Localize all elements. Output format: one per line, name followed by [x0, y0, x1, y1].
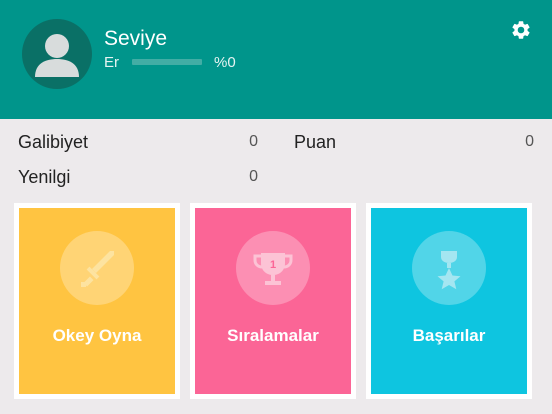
rankings-label: Sıralamalar: [227, 326, 319, 345]
level-title: Seviye: [104, 27, 168, 50]
achievements-card[interactable]: Başarılar: [371, 208, 527, 394]
sword-icon: [81, 251, 114, 287]
star-trophy-icon: [437, 251, 461, 290]
level-progress-bar: [132, 59, 202, 65]
gear-icon: [512, 21, 530, 39]
wins-value: 0: [249, 133, 258, 150]
points-label: Puan: [294, 132, 337, 152]
trophy-icon: 1: [253, 253, 293, 285]
rankings-button[interactable]: 1 Sıralamalar: [190, 203, 356, 399]
star-trophy-icon-circle: [412, 231, 486, 305]
level-progress-percent: %0: [214, 54, 236, 71]
settings-button[interactable]: [510, 19, 532, 41]
achievements-label: Başarılar: [412, 326, 486, 345]
wins-label: Galibiyet: [18, 132, 89, 152]
rank-name: Er: [104, 54, 119, 71]
svg-text:1: 1: [270, 259, 276, 271]
play-okey-button[interactable]: Okey Oyna: [14, 203, 180, 399]
points-value: 0: [525, 133, 534, 150]
losses-value: 0: [249, 168, 258, 185]
avatar[interactable]: [22, 19, 92, 89]
losses-label: Yenilgi: [18, 167, 71, 187]
user-avatar-icon: [35, 34, 79, 77]
play-okey-card[interactable]: Okey Oyna: [19, 208, 175, 394]
achievements-button[interactable]: Başarılar: [366, 203, 532, 399]
trophy-icon-circle: 1: [236, 231, 310, 305]
sword-icon-circle: [60, 231, 134, 305]
profile-header: Seviye Er %0: [0, 0, 552, 119]
rankings-card[interactable]: 1 Sıralamalar: [195, 208, 351, 394]
play-okey-label: Okey Oyna: [52, 326, 142, 345]
